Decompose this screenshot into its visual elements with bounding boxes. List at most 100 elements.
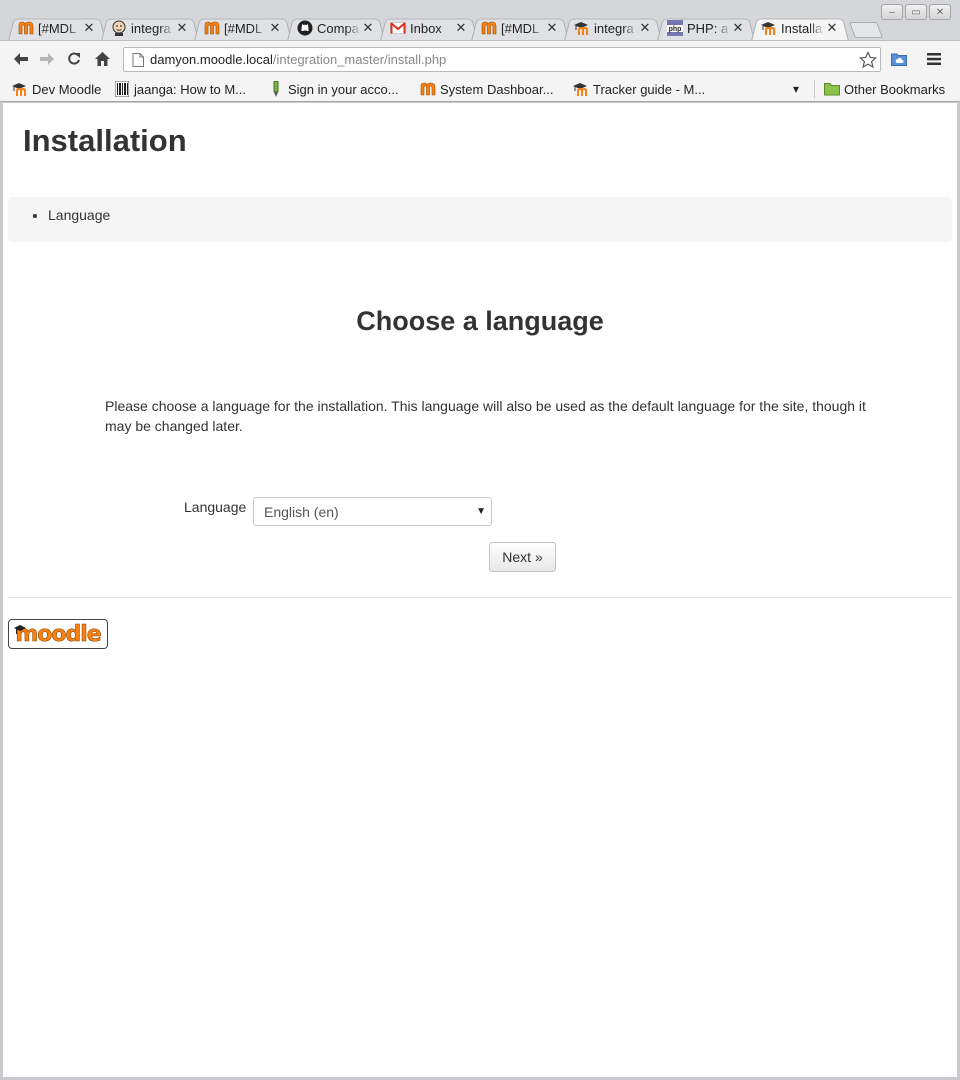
bookmark-item[interactable]: jaanga: How to M... — [114, 79, 246, 99]
jenkins-icon — [111, 20, 127, 36]
moodle-hat-icon — [12, 81, 28, 97]
tab-title: [#MDL — [501, 20, 540, 36]
bookmark-item[interactable]: System Dashboar... — [420, 79, 553, 99]
new-tab-button[interactable] — [849, 22, 883, 38]
tab-title: Inbox — [410, 20, 442, 36]
tab-close-icon[interactable]: ✕ — [82, 20, 96, 36]
bookmark-item[interactable]: Tracker guide - M... — [573, 79, 705, 99]
tab-close-icon[interactable]: ✕ — [638, 20, 652, 36]
other-bookmarks-label: Other Bookmarks — [844, 81, 946, 97]
browser-tab[interactable]: Inbox ✕ — [380, 15, 478, 41]
address-bar[interactable]: damyon.moodle.local/integration_master/i… — [123, 47, 881, 72]
chrome-menu-button[interactable] — [924, 49, 944, 69]
tab-title: integra — [131, 20, 171, 36]
moodle-m-icon — [18, 20, 34, 36]
svg-text:php: php — [669, 26, 682, 33]
moodle-hat-icon — [574, 20, 590, 36]
moodle-hat-icon — [573, 81, 589, 97]
github-icon — [297, 20, 313, 36]
bookmarks-bar: Dev Moodle jaanga: How to M... Sign in you… — [0, 76, 960, 102]
bookmarks-overflow-chevron[interactable]: ▾ — [793, 79, 799, 99]
pen-icon — [268, 81, 284, 97]
install-step-item: Language — [48, 207, 110, 223]
page-content: Installation Language Choose a language … — [3, 103, 957, 1077]
forward-arrow-icon — [40, 53, 54, 65]
extension-button[interactable] — [889, 49, 909, 69]
window-controls: – ▭ ✕ — [881, 4, 951, 20]
other-bookmarks-button[interactable]: Other Bookmarks — [824, 79, 945, 99]
url-path: /integration_master/install.php — [272, 52, 447, 67]
chevron-down-icon: ▼ — [476, 506, 486, 517]
tab-close-icon[interactable]: ✕ — [361, 20, 375, 36]
folder-icon — [824, 81, 840, 97]
page-icon — [132, 52, 144, 67]
url-host: damyon.moodle.local — [150, 52, 273, 67]
back-button[interactable] — [11, 49, 31, 69]
browser-tab[interactable]: Compa ✕ — [287, 15, 385, 41]
moodle-m-icon — [420, 81, 436, 97]
tab-title: integra — [594, 20, 634, 36]
browser-tab[interactable]: [#MDL ✕ — [8, 15, 106, 41]
bookmark-label: Sign in your acco... — [288, 81, 399, 97]
bookmark-item[interactable]: Dev Moodle — [12, 79, 101, 99]
hamburger-menu-icon — [927, 53, 941, 65]
install-steps-panel: Language — [8, 197, 952, 242]
moodle-logo-text: moodle — [15, 621, 102, 647]
browser-tab[interactable]: [#MDL ✕ — [471, 15, 569, 41]
tab-title: [#MDL — [224, 20, 263, 36]
language-select-value: English (en) — [264, 503, 339, 520]
footer-divider — [8, 597, 952, 598]
bookmark-label: Dev Moodle — [32, 81, 102, 97]
url-text: damyon.moodle.local/integration_master/i… — [150, 52, 446, 67]
star-icon — [859, 51, 877, 69]
tab-close-icon[interactable]: ✕ — [545, 20, 559, 36]
tab-close-icon[interactable]: ✕ — [825, 20, 839, 36]
next-button[interactable]: Next » — [489, 542, 556, 572]
tab-title: Compa — [317, 20, 359, 36]
tab-strip: [#MDL ✕ integra ✕ [#MDL ✕ Compa ✕ Inbox ✕ [#MDL ✕ in… — [0, 0, 960, 41]
language-label: Language — [184, 499, 247, 515]
section-title: Choose a language — [356, 306, 604, 336]
browser-tab[interactable]: [#MDL ✕ — [194, 15, 292, 41]
home-icon — [94, 52, 110, 66]
bookmark-star-button[interactable] — [858, 50, 878, 70]
language-select[interactable]: English (en) ▼ — [253, 497, 492, 526]
bookmark-label: Tracker guide - M... — [593, 81, 706, 97]
tab-close-icon[interactable]: ✕ — [731, 20, 745, 36]
tab-title: PHP: a — [687, 20, 729, 36]
bookmark-label: jaanga: How to M... — [134, 81, 246, 97]
back-arrow-icon — [14, 53, 28, 65]
bookmark-item[interactable]: Sign in your acco... — [268, 79, 399, 99]
page-title: Installation — [23, 123, 187, 158]
moodle-logo[interactable]: moodle — [8, 619, 108, 649]
tab-active[interactable]: Installa ✕ — [751, 15, 849, 41]
reload-button[interactable] — [64, 49, 84, 69]
moodle-hat-icon — [761, 20, 777, 36]
browser-tab[interactable]: integra ✕ — [564, 15, 662, 41]
browser-tab[interactable]: integra ✕ — [101, 15, 199, 41]
moodle-m-icon — [481, 20, 497, 36]
install-steps-list: Language — [48, 207, 110, 223]
browser-tab[interactable]: php PHP: a ✕ — [657, 15, 755, 41]
browser-toolbar: damyon.moodle.local/integration_master/i… — [0, 40, 960, 76]
graduation-cap-icon — [14, 625, 26, 634]
moodle-m-icon — [204, 20, 220, 36]
close-window-button[interactable]: ✕ — [929, 4, 951, 20]
tab-title: [#MDL — [38, 20, 77, 36]
bookmarks-divider — [814, 80, 815, 98]
intro-text: Please choose a language for the install… — [105, 398, 866, 434]
minimize-button[interactable]: – — [881, 4, 903, 20]
maximize-button[interactable]: ▭ — [905, 4, 927, 20]
forward-button[interactable] — [37, 49, 57, 69]
reload-icon — [68, 52, 80, 65]
home-button[interactable] — [92, 49, 112, 69]
cloud-folder-icon — [891, 53, 907, 66]
tab-title: Installa — [781, 20, 823, 36]
tab-close-icon[interactable]: ✕ — [454, 20, 468, 36]
tab-close-icon[interactable]: ✕ — [175, 20, 189, 36]
tab-close-icon[interactable]: ✕ — [268, 20, 282, 36]
php-icon: php — [667, 20, 683, 36]
bookmark-label: System Dashboar... — [440, 81, 554, 97]
barcode-icon — [114, 81, 130, 97]
gmail-icon — [390, 20, 406, 36]
